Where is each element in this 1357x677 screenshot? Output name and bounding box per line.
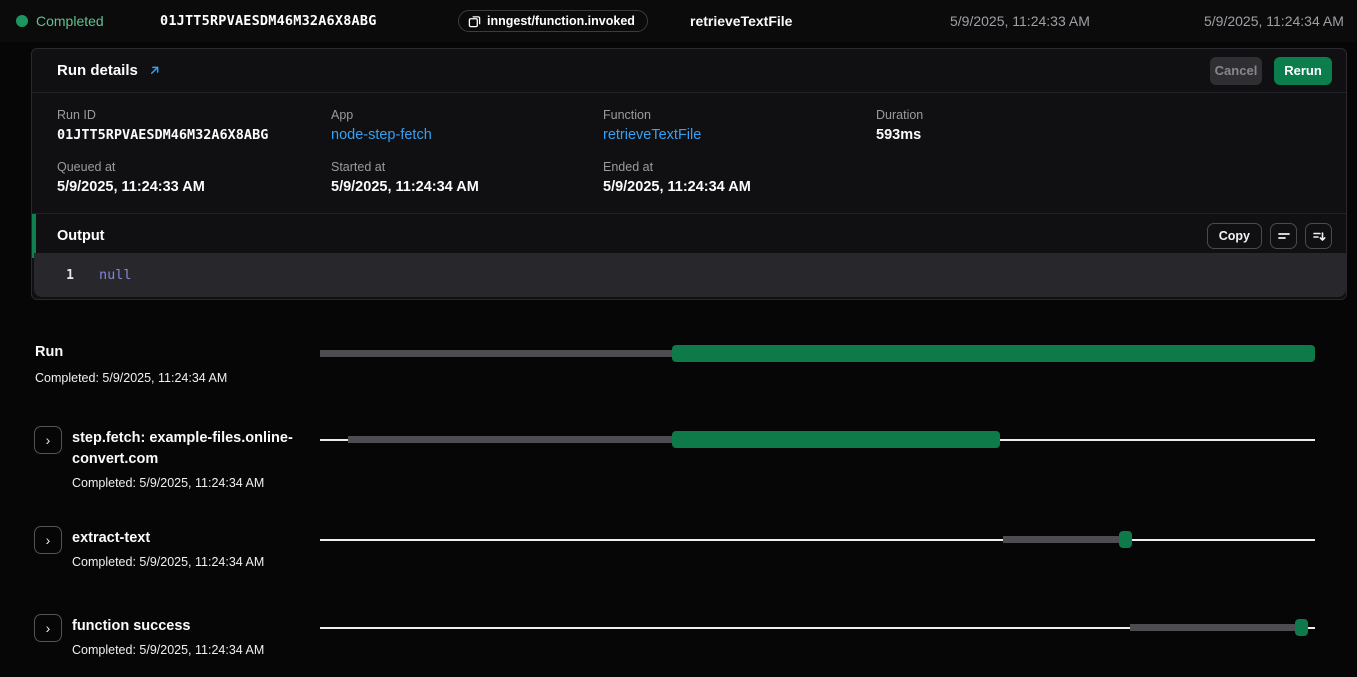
rerun-button[interactable]: Rerun xyxy=(1274,57,1332,85)
step-completed-time: Completed: 5/9/2025, 11:24:34 AM xyxy=(72,555,314,569)
timeline-bar-area[interactable] xyxy=(320,614,1315,642)
field-value: 593ms xyxy=(876,127,1326,143)
copy-button[interactable]: Copy xyxy=(1207,223,1262,249)
step-completed-time: Completed: 5/9/2025, 11:24:34 AM xyxy=(35,371,277,385)
timeline-bar-area[interactable] xyxy=(320,426,1315,454)
field-label: Run ID xyxy=(57,108,331,122)
field-value: 5/9/2025, 11:24:33 AM xyxy=(57,179,331,195)
field-label: Function xyxy=(603,108,876,122)
timeline-bar-queued xyxy=(320,350,672,357)
panel-title: Run details xyxy=(57,62,138,79)
topbar-function-name: retrieveTextFile xyxy=(690,13,792,29)
timeline-bar-active xyxy=(1295,619,1308,636)
code-line-content: null xyxy=(99,267,132,283)
field-label: Started at xyxy=(331,160,603,174)
field-value: 01JTT5RPVAESDM46M32A6X8ABG xyxy=(57,127,331,143)
event-badge-label: inngest/function.invoked xyxy=(487,14,635,28)
event-copy-icon xyxy=(468,15,481,28)
timeline-label-block: Run Completed: 5/9/2025, 11:24:34 AM xyxy=(35,342,277,385)
topbar: Completed 01JTT5RPVAESDM46M32A6X8ABG inn… xyxy=(0,0,1357,42)
timeline-bar-queued xyxy=(348,436,672,443)
wrap-lines-button[interactable] xyxy=(1270,223,1297,249)
timeline-label-block: step.fetch: example-files.online-convert… xyxy=(72,428,314,490)
expand-step-button[interactable]: › xyxy=(34,614,62,642)
topbar-ended-time: 5/9/2025, 11:24:34 AM xyxy=(1204,13,1344,29)
timeline: Run Completed: 5/9/2025, 11:24:34 AM › step… xyxy=(0,300,1357,677)
timeline-bar-queued xyxy=(1130,624,1295,631)
chevron-right-icon: › xyxy=(46,533,51,547)
field-value[interactable]: retrieveTextFile xyxy=(603,127,876,143)
field-started-at: Started at 5/9/2025, 11:24:34 AM xyxy=(331,160,603,195)
output-actions: Copy xyxy=(1207,223,1332,249)
timeline-bar-active xyxy=(672,345,1315,362)
step-name: Run xyxy=(35,342,277,363)
step-completed-time: Completed: 5/9/2025, 11:24:34 AM xyxy=(72,643,314,657)
field-function: Function retrieveTextFile xyxy=(603,108,876,143)
status-dot-icon xyxy=(16,15,28,27)
field-app: App node-step-fetch xyxy=(331,108,603,143)
step-name: step.fetch: example-files.online-convert… xyxy=(72,428,314,470)
field-value[interactable]: node-step-fetch xyxy=(331,127,603,143)
field-value: 5/9/2025, 11:24:34 AM xyxy=(603,179,876,195)
timeline-bar-active xyxy=(1119,531,1132,548)
topbar-queued-time: 5/9/2025, 11:24:33 AM xyxy=(950,13,1090,29)
cancel-button[interactable]: Cancel xyxy=(1210,57,1262,85)
field-ended-at: Ended at 5/9/2025, 11:24:34 AM xyxy=(603,160,876,195)
field-label: Queued at xyxy=(57,160,331,174)
field-label: App xyxy=(331,108,603,122)
timeline-bar-queued xyxy=(1003,536,1119,543)
step-completed-time: Completed: 5/9/2025, 11:24:34 AM xyxy=(72,476,314,490)
step-name: function success xyxy=(72,616,314,637)
timeline-bar-area[interactable] xyxy=(320,526,1315,554)
field-run-id: Run ID 01JTT5RPVAESDM46M32A6X8ABG xyxy=(57,108,331,143)
run-details-fields: Run ID 01JTT5RPVAESDM46M32A6X8ABGApp node-… xyxy=(32,93,1346,213)
run-details-header: Run details Cancel Rerun xyxy=(32,49,1346,93)
code-line-number: 1 xyxy=(34,268,74,283)
expand-step-button[interactable]: › xyxy=(34,426,62,454)
step-name: extract-text xyxy=(72,528,314,549)
timeline-bar-area[interactable] xyxy=(320,340,1315,368)
lines-arrow-down-icon xyxy=(1312,229,1326,243)
field-label: Ended at xyxy=(603,160,876,174)
chevron-right-icon: › xyxy=(46,621,51,635)
field-duration: Duration 593ms xyxy=(876,108,1326,143)
output-status-stripe xyxy=(32,214,36,258)
output-header: Output Copy xyxy=(32,213,1346,257)
output-code-block[interactable]: 1 null xyxy=(34,253,1346,297)
output-title: Output xyxy=(57,228,105,244)
chevron-right-icon: › xyxy=(46,433,51,447)
field-label: Duration xyxy=(876,108,1326,122)
scroll-to-bottom-button[interactable] xyxy=(1305,223,1332,249)
timeline-label-block: function success Completed: 5/9/2025, 11:… xyxy=(72,616,314,657)
timeline-label-block: extract-text Completed: 5/9/2025, 11:24:3… xyxy=(72,528,314,569)
event-badge[interactable]: inngest/function.invoked xyxy=(458,10,648,32)
run-status: Completed xyxy=(36,13,104,29)
timeline-track xyxy=(320,539,1315,541)
field-queued-at: Queued at 5/9/2025, 11:24:33 AM xyxy=(57,160,331,195)
expand-step-button[interactable]: › xyxy=(34,526,62,554)
timeline-bar-active xyxy=(672,431,999,448)
external-link-arrow-icon[interactable] xyxy=(148,64,161,77)
run-details-panel: Run details Cancel Rerun Run ID 01JTT5RPV… xyxy=(31,48,1347,300)
align-left-lines-icon xyxy=(1277,229,1291,243)
topbar-run-id: 01JTT5RPVAESDM46M32A6X8ABG xyxy=(160,13,377,29)
field-value: 5/9/2025, 11:24:34 AM xyxy=(331,179,603,195)
header-actions: Cancel Rerun xyxy=(1210,57,1332,85)
